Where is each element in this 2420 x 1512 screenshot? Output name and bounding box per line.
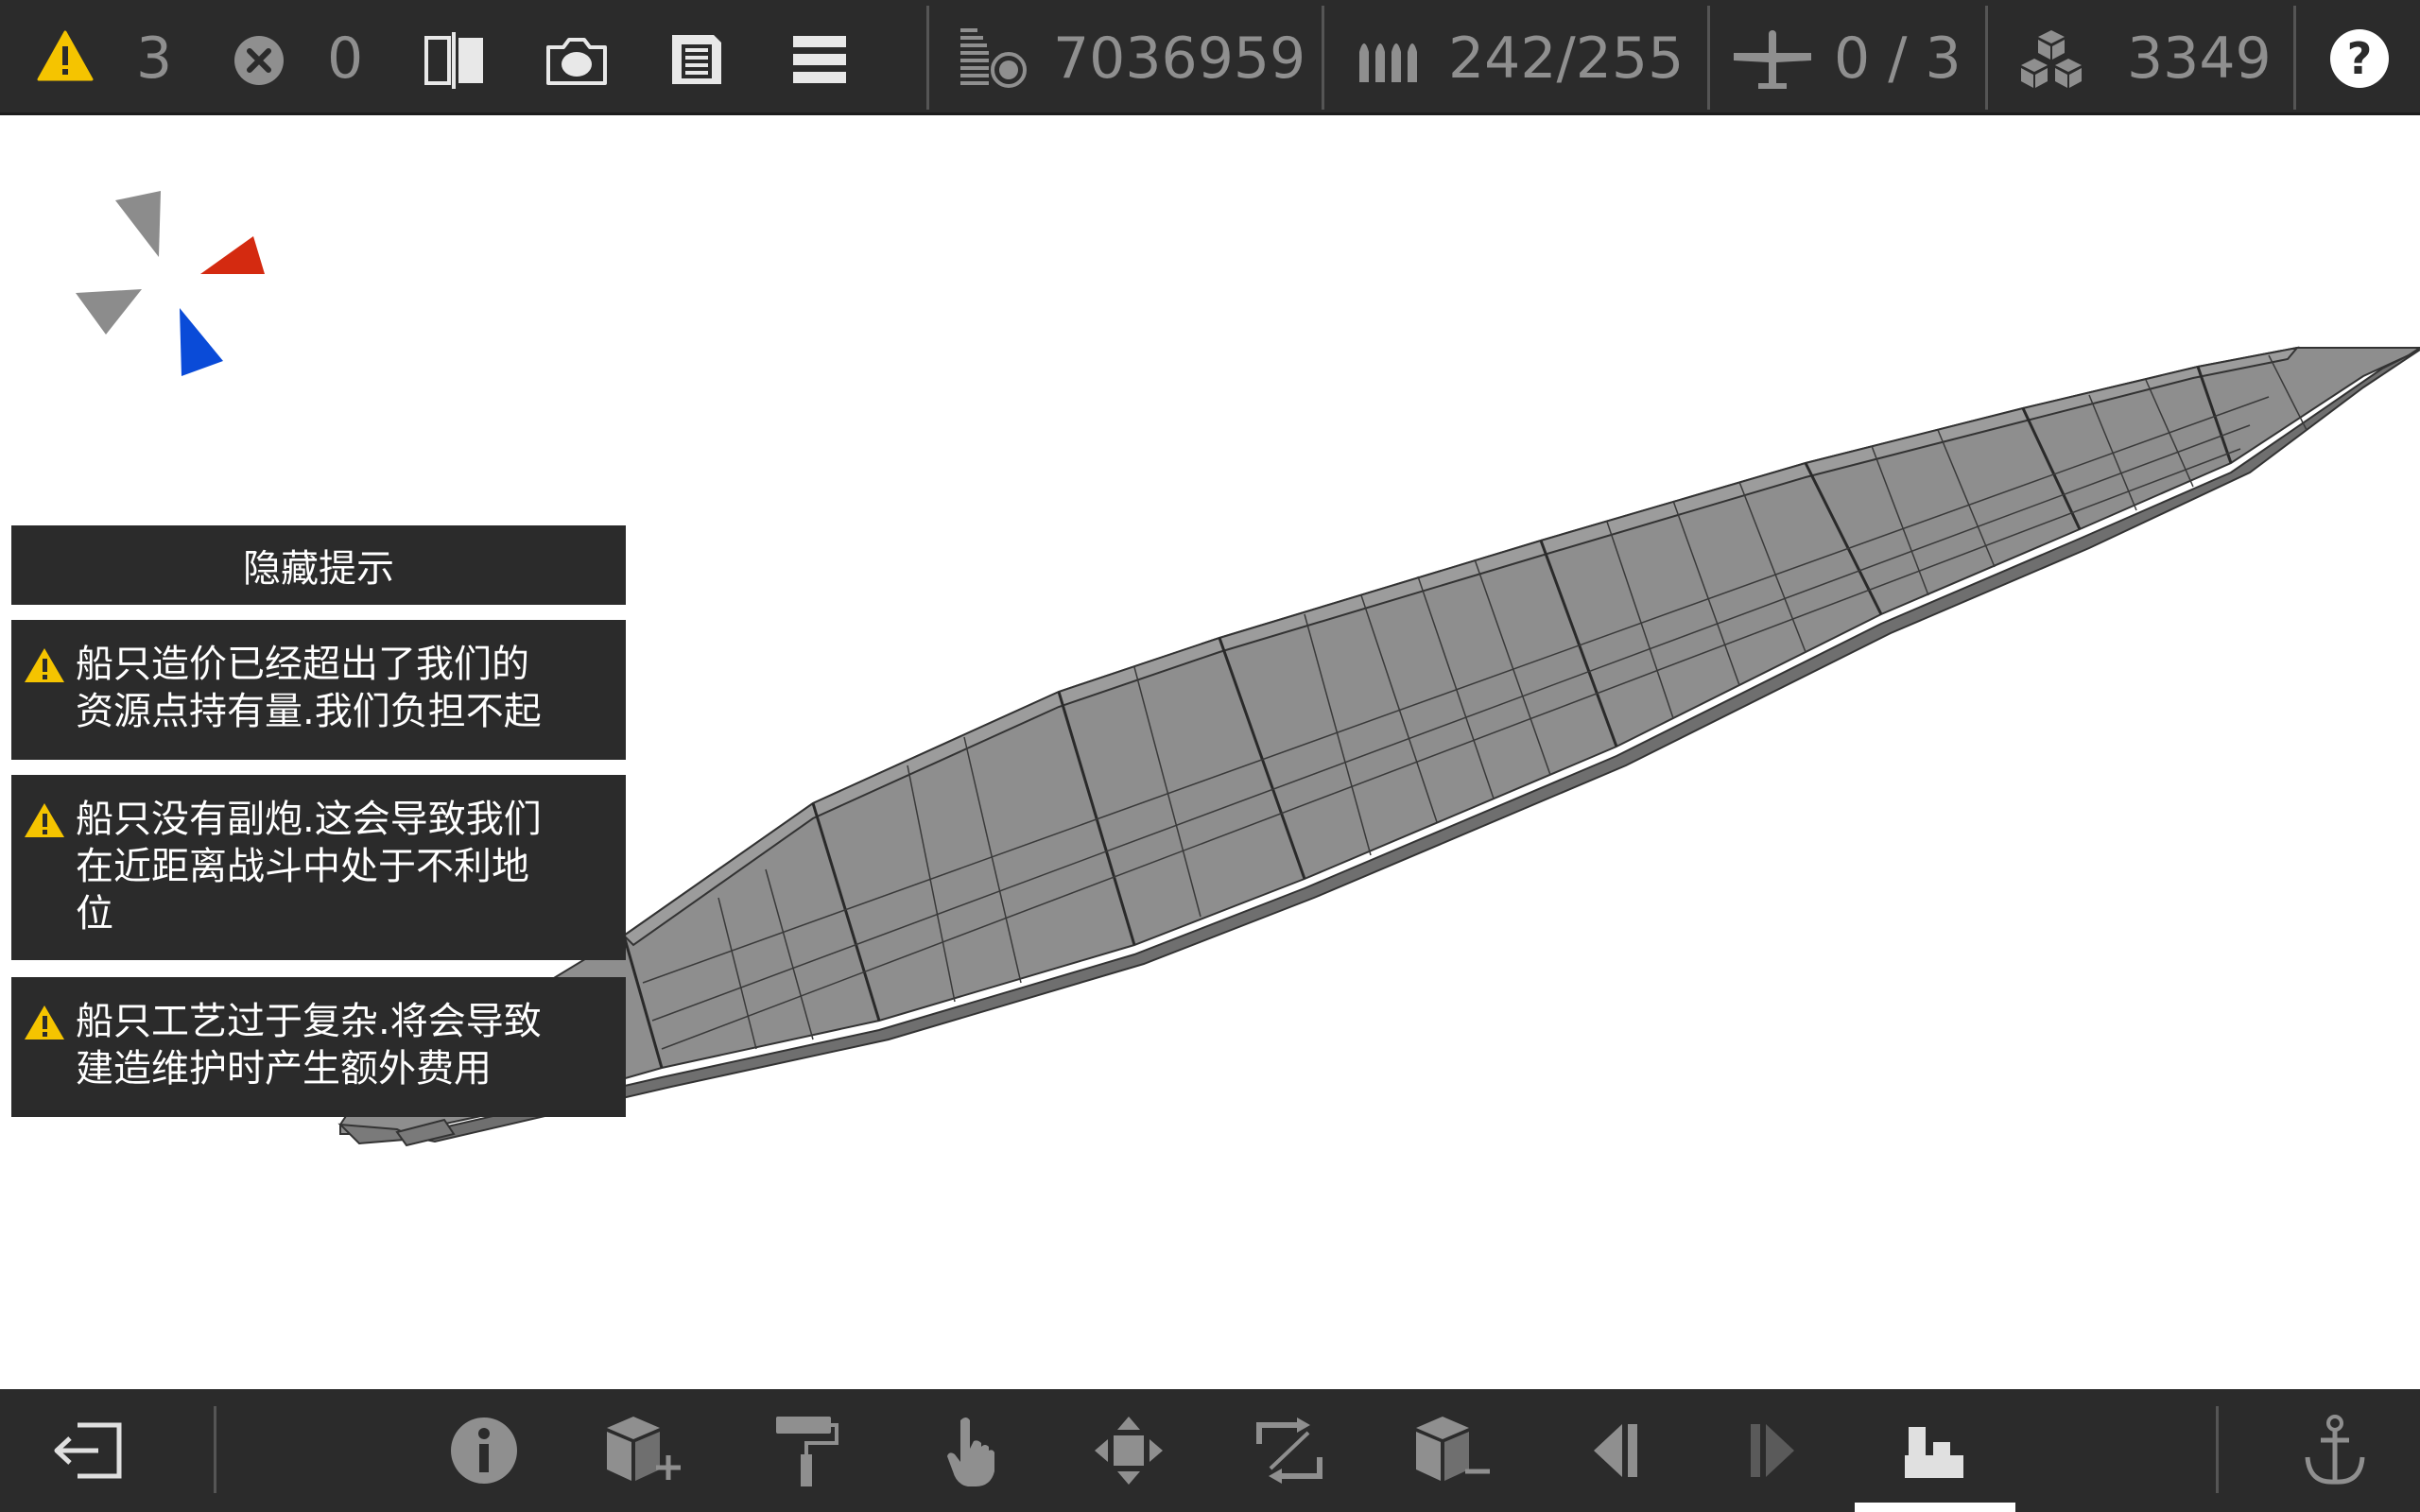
help-button[interactable]: ?: [2327, 26, 2392, 91]
exit-button[interactable]: [42, 1403, 136, 1498]
remove-part-button[interactable]: [1405, 1403, 1499, 1498]
money-indicator: [957, 25, 1028, 91]
orientation-gizmo[interactable]: [76, 191, 265, 376]
toolbar-divider: [214, 1406, 216, 1493]
ammo-indicator: [1354, 30, 1420, 85]
toolbar-divider: [2293, 6, 2296, 110]
remove-part-icon: [1416, 1417, 1490, 1481]
hint-line: 船只工艺过于复杂.将会导致: [76, 1000, 542, 1043]
next-button[interactable]: [1726, 1403, 1821, 1498]
ship-3d-viewport[interactable]: 隐藏提示 船只造价已经超出了我们的 资源点持有量.我们负担不起 船只没有副炮.这…: [0, 115, 2420, 1389]
resources-icon: [2021, 30, 2082, 88]
top-toolbar: 3 0 7036959 242/255 0 / 3 3349 ?: [0, 0, 2420, 115]
warning-counter[interactable]: [34, 25, 96, 87]
warning-icon: [25, 1005, 64, 1040]
hint-line: 建造维护时产生额外费用: [76, 1047, 492, 1091]
resources-indicator: [2014, 26, 2089, 93]
hint-text: 船只没有副炮.这会导致我们 在近距离战斗中处于不利地 位: [76, 796, 601, 937]
warning-icon: [37, 30, 94, 81]
active-tab-indicator: [1855, 1503, 2015, 1512]
aircraft-indicator: [1730, 26, 1815, 93]
error-counter[interactable]: [231, 32, 287, 89]
money-value: 7036959: [1053, 26, 1306, 92]
aircraft-icon: [1734, 30, 1811, 89]
hint-item: 船只工艺过于复杂.将会导致 建造维护时产生额外费用: [11, 977, 626, 1117]
help-icon: ?: [2330, 29, 2389, 88]
toolbar-divider: [1707, 6, 1710, 110]
exit-icon: [54, 1422, 122, 1479]
warning-icon: [25, 803, 64, 837]
previous-icon: [1594, 1424, 1637, 1477]
save-icon: [672, 35, 721, 84]
select-button[interactable]: [925, 1403, 1019, 1498]
move-button[interactable]: [1081, 1403, 1176, 1498]
menu-icon: [793, 36, 846, 83]
bottom-toolbar: [0, 1389, 2420, 1512]
menu-button[interactable]: [786, 28, 853, 91]
select-hand-icon: [947, 1418, 994, 1486]
hint-line: 资源点持有量.我们负担不起: [76, 690, 542, 733]
resources-value: 3349: [2127, 26, 2272, 92]
paint-button[interactable]: [758, 1403, 853, 1498]
move-icon: [1095, 1417, 1163, 1485]
ammo-icon: [1359, 43, 1417, 82]
ship-parts-button[interactable]: [1887, 1403, 1981, 1498]
hint-line: 在近距离战斗中处于不利地: [76, 845, 529, 888]
add-part-button[interactable]: [596, 1403, 690, 1498]
warning-icon: [25, 648, 64, 682]
add-part-icon: [607, 1417, 681, 1481]
compare-icon: [424, 32, 483, 89]
paint-roller-icon: [776, 1417, 838, 1486]
hint-line: 船只造价已经超出了我们的: [76, 643, 529, 686]
aircraft-value: 0 / 3: [1834, 26, 1962, 92]
hint-item: 船只造价已经超出了我们的 资源点持有量.我们负担不起: [11, 620, 626, 760]
toolbar-divider: [926, 6, 929, 110]
ship-hull: [337, 346, 2420, 1147]
hide-hints-button[interactable]: 隐藏提示: [11, 525, 626, 605]
toolbar-divider: [2216, 1406, 2219, 1493]
error-icon: [234, 36, 284, 85]
screenshot-button[interactable]: [543, 26, 611, 94]
hint-text: 船只造价已经超出了我们的 资源点持有量.我们负担不起: [76, 641, 601, 735]
errors-count: 0: [327, 26, 364, 92]
save-button[interactable]: [666, 28, 728, 91]
anchor-icon: [2305, 1415, 2365, 1485]
info-icon: [451, 1418, 517, 1484]
warnings-count: 3: [136, 26, 173, 92]
hint-line: 船只没有副炮.这会导致我们: [76, 798, 542, 841]
toolbar-divider: [1322, 6, 1324, 110]
hint-item: 船只没有副炮.这会导致我们 在近距离战斗中处于不利地 位: [11, 775, 626, 960]
hint-text: 船只工艺过于复杂.将会导致 建造维护时产生额外费用: [76, 998, 601, 1092]
ammo-value: 242/255: [1448, 26, 1685, 92]
help-label: ?: [2346, 33, 2373, 84]
next-icon: [1751, 1424, 1794, 1477]
toolbar-divider: [1985, 6, 1988, 110]
money-icon: [960, 28, 1027, 88]
rotate-button[interactable]: [1242, 1403, 1337, 1498]
hint-line: 位: [76, 892, 113, 936]
rotate-icon: [1256, 1418, 1322, 1484]
anchor-button[interactable]: [2288, 1403, 2382, 1498]
camera-icon: [546, 38, 607, 85]
hide-hints-label: 隐藏提示: [243, 547, 394, 591]
ship-parts-icon: [1905, 1427, 1963, 1478]
info-button[interactable]: [437, 1403, 531, 1498]
compare-button[interactable]: [422, 26, 488, 93]
previous-button[interactable]: [1567, 1403, 1662, 1498]
